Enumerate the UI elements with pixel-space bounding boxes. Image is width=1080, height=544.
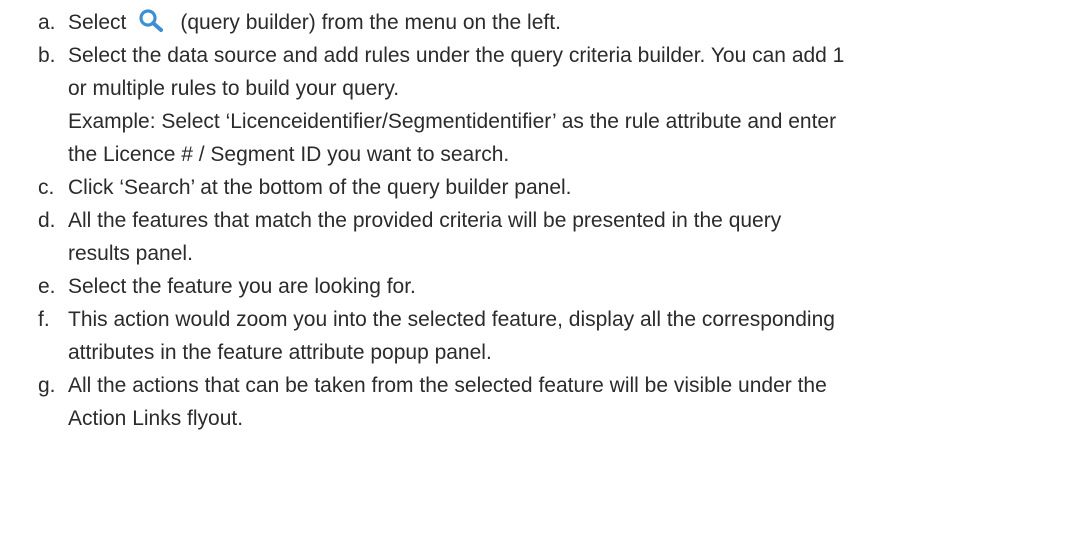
step-marker: d.	[38, 209, 56, 232]
search-icon	[136, 7, 166, 33]
step-marker: e.	[38, 275, 56, 298]
step-line: the Licence # / Segment ID you want to s…	[68, 143, 510, 166]
step-line: or multiple rules to build your query.	[68, 77, 400, 100]
step-marker: f.	[38, 308, 50, 331]
step-line: attributes in the feature attribute popu…	[68, 341, 492, 364]
step-b: b. Select the data source and add rules …	[0, 39, 1080, 171]
step-marker: g.	[38, 374, 56, 397]
step-g: g. All the actions that can be taken fro…	[0, 369, 1080, 435]
step-marker: a.	[38, 11, 56, 34]
step-d: d. All the features that match the provi…	[0, 204, 1080, 270]
step-f: f. This action would zoom you into the s…	[0, 303, 1080, 369]
step-marker: c.	[38, 176, 55, 199]
step-text: Select	[68, 11, 127, 34]
steps-list: a. Select (query builder) from the menu …	[0, 6, 1080, 435]
step-line: This action would zoom you into the sele…	[68, 308, 835, 331]
step-text: (query builder) from the menu on the lef…	[180, 11, 561, 34]
step-line: All the actions that can be taken from t…	[68, 374, 827, 397]
step-line: Click ‘Search’ at the bottom of the quer…	[68, 176, 572, 199]
step-marker: b.	[38, 44, 56, 67]
step-line: Example: Select ‘Licenceidentifier/Segme…	[68, 110, 837, 133]
step-c: c. Click ‘Search’ at the bottom of the q…	[0, 171, 1080, 204]
step-line: Action Links flyout.	[68, 407, 244, 430]
step-line: All the features that match the provided…	[68, 209, 782, 232]
step-line: Select the feature you are looking for.	[68, 275, 416, 298]
step-line: results panel.	[68, 242, 193, 265]
instructions-document: a. Select (query builder) from the menu …	[0, 6, 1080, 435]
step-line: Select (query builder) from the menu on …	[68, 6, 1060, 39]
step-e: e. Select the feature you are looking fo…	[0, 270, 1080, 303]
step-line: Select the data source and add rules und…	[68, 44, 845, 67]
step-a: a. Select (query builder) from the menu …	[0, 6, 1080, 39]
